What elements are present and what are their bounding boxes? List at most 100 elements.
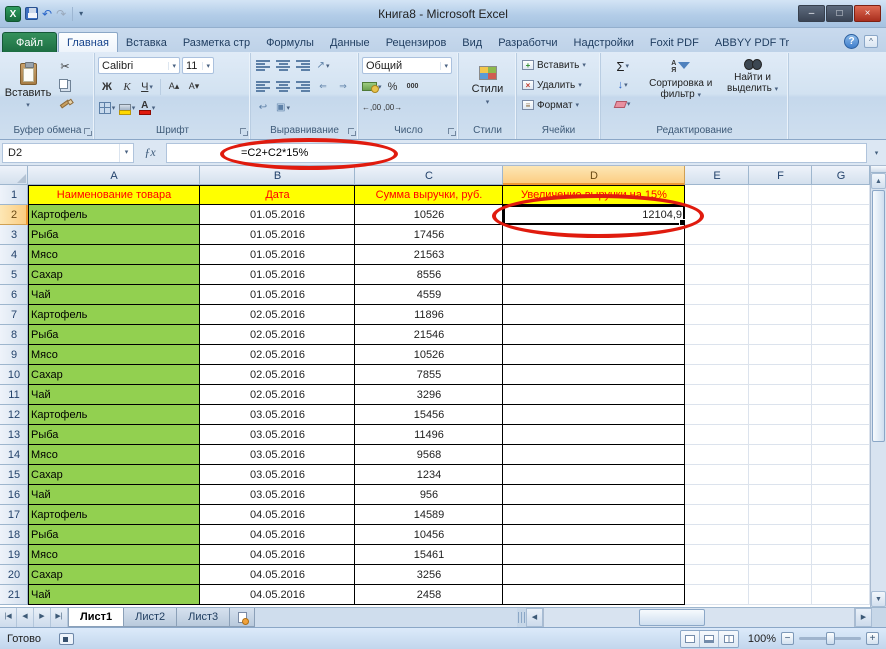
column-header-B[interactable]: B xyxy=(200,166,355,185)
cell-E2[interactable] xyxy=(685,205,749,225)
cell-E19[interactable] xyxy=(685,545,749,565)
ribbon-tab-Надстройки[interactable]: Надстройки xyxy=(566,33,642,52)
cell-C18[interactable]: 10456 xyxy=(355,525,503,545)
cell-C6[interactable]: 4559 xyxy=(355,285,503,305)
align-right-button[interactable] xyxy=(294,78,312,96)
page-layout-view-button[interactable] xyxy=(700,631,719,647)
align-left-button[interactable] xyxy=(254,78,272,96)
fill-color-button[interactable]: ▾ xyxy=(118,99,136,117)
cell-E4[interactable] xyxy=(685,245,749,265)
cell-E7[interactable] xyxy=(685,305,749,325)
cell-D3[interactable] xyxy=(503,225,685,245)
ribbon-tab-Рецензиров[interactable]: Рецензиров xyxy=(378,33,455,52)
cell-B3[interactable]: 01.05.2016 xyxy=(200,225,355,245)
scroll-right-icon[interactable]: ▶ xyxy=(855,608,872,627)
increase-indent-button[interactable]: ⇒ xyxy=(334,78,352,96)
insert-cells-button[interactable]: +Вставить▾ xyxy=(520,55,597,75)
cell-B15[interactable]: 03.05.2016 xyxy=(200,465,355,485)
cell-A15[interactable]: Сахар xyxy=(28,465,200,485)
sheet-tab-Лист2[interactable]: Лист2 xyxy=(123,608,177,627)
decrease-decimal-button[interactable]: ,00→ xyxy=(383,99,402,117)
cell-B16[interactable]: 03.05.2016 xyxy=(200,485,355,505)
next-sheet-button[interactable]: ▶ xyxy=(34,608,51,627)
cell-C7[interactable]: 11896 xyxy=(355,305,503,325)
customize-qat-dropdown-icon[interactable]: ▾ xyxy=(79,9,83,18)
normal-view-button[interactable] xyxy=(681,631,700,647)
cell-D8[interactable] xyxy=(503,325,685,345)
cell-C8[interactable]: 21546 xyxy=(355,325,503,345)
align-bottom-button[interactable] xyxy=(294,57,312,75)
row-header-20[interactable]: 20 xyxy=(0,565,28,585)
macro-record-icon[interactable] xyxy=(59,633,74,645)
wrap-text-button[interactable]: ↩ xyxy=(254,99,272,117)
cell-B11[interactable]: 02.05.2016 xyxy=(200,385,355,405)
cell-A19[interactable]: Мясо xyxy=(28,545,200,565)
cell-D18[interactable] xyxy=(503,525,685,545)
cell-F16[interactable] xyxy=(749,485,812,505)
cell-B10[interactable]: 02.05.2016 xyxy=(200,365,355,385)
first-sheet-button[interactable]: |◀ xyxy=(0,608,17,627)
cell-A13[interactable]: Рыба xyxy=(28,425,200,445)
maximize-button[interactable]: □ xyxy=(826,5,853,22)
previous-sheet-button[interactable]: ◀ xyxy=(17,608,34,627)
cell-A12[interactable]: Картофель xyxy=(28,405,200,425)
cell-F21[interactable] xyxy=(749,585,812,605)
cell-C12[interactable]: 15456 xyxy=(355,405,503,425)
cell-E8[interactable] xyxy=(685,325,749,345)
cell-A14[interactable]: Мясо xyxy=(28,445,200,465)
cell-C4[interactable]: 21563 xyxy=(355,245,503,265)
format-painter-button[interactable] xyxy=(56,95,74,113)
font-size-dropdown-icon[interactable]: ▾ xyxy=(202,62,210,70)
minimize-ribbon-icon[interactable]: ^ xyxy=(864,35,878,48)
clear-button[interactable]: ▾ xyxy=(604,95,641,113)
row-header-12[interactable]: 12 xyxy=(0,405,28,425)
sort-filter-button[interactable]: АЯ Сортировка и фильтр ▾ xyxy=(643,55,718,119)
row-header-10[interactable]: 10 xyxy=(0,365,28,385)
horizontal-scroll-thumb[interactable] xyxy=(639,609,705,626)
cell-B13[interactable]: 03.05.2016 xyxy=(200,425,355,445)
cell-F6[interactable] xyxy=(749,285,812,305)
row-header-13[interactable]: 13 xyxy=(0,425,28,445)
ribbon-tab-Foxit PDF[interactable]: Foxit PDF xyxy=(642,33,707,52)
cell-C10[interactable]: 7855 xyxy=(355,365,503,385)
select-all-corner[interactable] xyxy=(0,166,28,185)
help-icon[interactable]: ? xyxy=(844,34,859,49)
find-select-button[interactable]: Найти и выделить ▾ xyxy=(720,55,785,119)
cell-B9[interactable]: 02.05.2016 xyxy=(200,345,355,365)
shrink-font-button[interactable]: А▾ xyxy=(185,78,203,96)
cell-C14[interactable]: 9568 xyxy=(355,445,503,465)
cell-A2[interactable]: Картофель xyxy=(28,205,200,225)
name-box[interactable]: D2 ▾ xyxy=(2,143,134,163)
cell-D10[interactable] xyxy=(503,365,685,385)
close-button[interactable]: × xyxy=(854,5,881,22)
alignment-dialog-launcher[interactable] xyxy=(348,128,356,136)
scroll-down-icon[interactable]: ▼ xyxy=(871,591,886,607)
expand-formula-bar-icon[interactable]: ▾ xyxy=(869,149,884,157)
zoom-slider-thumb[interactable] xyxy=(826,632,835,645)
row-header-4[interactable]: 4 xyxy=(0,245,28,265)
cell-A10[interactable]: Сахар xyxy=(28,365,200,385)
underline-button[interactable]: Ч▾ xyxy=(138,78,156,96)
cell-D1[interactable]: Увеличение выручки на 15% xyxy=(503,185,685,205)
row-header-11[interactable]: 11 xyxy=(0,385,28,405)
cell-C3[interactable]: 17456 xyxy=(355,225,503,245)
bold-button[interactable]: Ж xyxy=(98,78,116,96)
borders-button[interactable]: ▾ xyxy=(98,99,116,117)
row-header-1[interactable]: 1 xyxy=(0,185,28,205)
cell-F10[interactable] xyxy=(749,365,812,385)
cell-B7[interactable]: 02.05.2016 xyxy=(200,305,355,325)
cell-A11[interactable]: Чай xyxy=(28,385,200,405)
align-middle-button[interactable] xyxy=(274,57,292,75)
cell-E9[interactable] xyxy=(685,345,749,365)
cell-C21[interactable]: 2458 xyxy=(355,585,503,605)
cell-G20[interactable] xyxy=(812,565,870,585)
cell-D21[interactable] xyxy=(503,585,685,605)
cell-G15[interactable] xyxy=(812,465,870,485)
cell-B8[interactable]: 02.05.2016 xyxy=(200,325,355,345)
horizontal-scroll-track[interactable] xyxy=(543,608,855,627)
cell-F7[interactable] xyxy=(749,305,812,325)
cell-A18[interactable]: Рыба xyxy=(28,525,200,545)
cell-A17[interactable]: Картофель xyxy=(28,505,200,525)
cell-G5[interactable] xyxy=(812,265,870,285)
cell-B12[interactable]: 03.05.2016 xyxy=(200,405,355,425)
